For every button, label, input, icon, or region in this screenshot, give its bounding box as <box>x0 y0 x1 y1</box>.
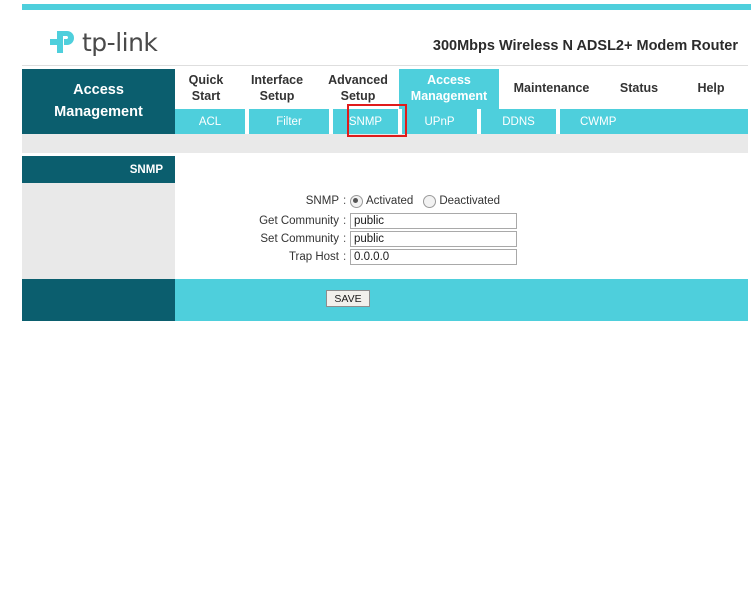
label-trap-host: Trap Host <box>288 251 339 263</box>
label-colon: : <box>343 215 347 227</box>
form-row-set-community: Set Community : <box>175 230 748 248</box>
brand-logo-text: tp-link <box>82 27 158 57</box>
radio-option-deactivated[interactable]: Deactivated <box>423 194 501 208</box>
label-get-community: Get Community <box>259 215 339 227</box>
label-snmp: SNMP <box>305 195 339 207</box>
form-row-get-community: Get Community : <box>175 212 748 230</box>
subnav-tab-ddns[interactable]: DDNS <box>481 109 556 134</box>
sidebar-footer <box>22 279 175 321</box>
main-nav: Quick Start Interface Setup Advanced Set… <box>175 69 748 109</box>
nav-tab-quick-start[interactable]: Quick Start <box>175 69 237 109</box>
section-title: Access Management <box>22 69 175 134</box>
subnav-tab-upnp[interactable]: UPnP <box>402 109 477 134</box>
section-title-line2: Management <box>54 103 143 120</box>
set-community-input[interactable] <box>350 231 517 247</box>
radio-option-activated[interactable]: Activated <box>350 194 414 208</box>
label-colon: : <box>343 233 347 245</box>
nav-tab-help[interactable]: Help <box>674 69 748 109</box>
sub-nav: ACL Filter SNMP UPnP DDNS CWMP <box>175 109 748 134</box>
label-colon: : <box>343 251 347 263</box>
brand-logo[interactable]: tp-link <box>44 20 158 64</box>
sidebar-panel: SNMP <box>22 156 175 321</box>
sidebar-body <box>22 183 175 279</box>
subnav-tab-cwmp[interactable]: CWMP <box>560 109 748 134</box>
get-community-input[interactable] <box>350 213 517 229</box>
label-set-community: Set Community <box>260 233 339 245</box>
radio-activated-icon[interactable] <box>350 194 363 208</box>
subnav-tab-acl[interactable]: ACL <box>175 109 245 134</box>
nav-content-divider <box>22 134 748 153</box>
footer-bar <box>175 279 748 321</box>
nav-tab-status[interactable]: Status <box>604 69 674 109</box>
nav-tab-maintenance[interactable]: Maintenance <box>499 69 604 109</box>
nav-tab-access-management[interactable]: Access Management <box>399 69 499 109</box>
tp-link-logo-icon <box>50 31 74 53</box>
section-title-line1: Access <box>73 82 124 99</box>
radio-deactivated-label: Deactivated <box>439 195 501 207</box>
subnav-tab-filter[interactable]: Filter <box>249 109 329 134</box>
trap-host-input[interactable] <box>350 249 517 265</box>
sidebar-heading: SNMP <box>22 156 175 183</box>
radio-deactivated-icon[interactable] <box>423 194 437 208</box>
subnav-tab-snmp[interactable]: SNMP <box>333 109 398 134</box>
brand-header: tp-link 300Mbps Wireless N ADSL2+ Modem … <box>22 10 748 66</box>
label-colon: : <box>343 195 347 207</box>
radio-activated-label: Activated <box>366 195 414 207</box>
snmp-state-radio-group: Activated Deactivated <box>350 194 506 208</box>
snmp-form: SNMP : Activated Deactivated Get Communi… <box>175 156 748 279</box>
router-model-name: 300Mbps Wireless N ADSL2+ Modem Router <box>432 38 738 54</box>
nav-tab-interface-setup[interactable]: Interface Setup <box>237 69 317 109</box>
form-row-snmp-state: SNMP : Activated Deactivated <box>175 192 748 210</box>
save-button[interactable]: SAVE <box>326 290 370 307</box>
nav-tab-advanced-setup[interactable]: Advanced Setup <box>317 69 399 109</box>
form-row-trap-host: Trap Host : <box>175 248 748 266</box>
